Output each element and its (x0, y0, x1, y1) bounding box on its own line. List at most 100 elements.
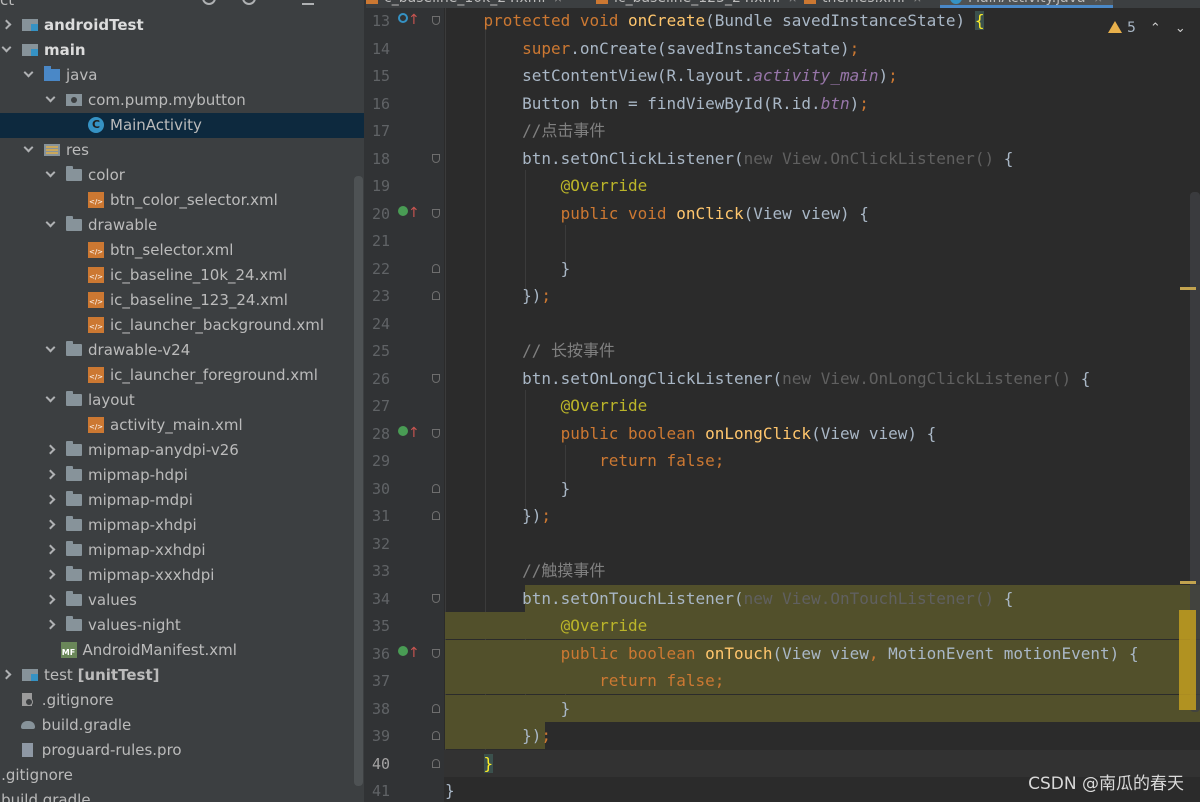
fold-collapse-icon[interactable] (432, 373, 440, 383)
code-line[interactable]: 37 return false; (364, 667, 1200, 694)
go-to-super-arrow-icon[interactable]: ↑ (408, 202, 420, 224)
fold-end-icon[interactable] (432, 703, 440, 713)
code-line[interactable]: 28 ↑ public boolean onLongClick(View view… (364, 420, 1200, 447)
code-line[interactable]: 34 btn.setOnTouchListener(new View.OnTou… (364, 584, 1200, 612)
tree-item[interactable]: values-night (0, 613, 364, 638)
code-line[interactable]: 14 super.onCreate(savedInstanceState); (364, 35, 1200, 62)
tree-item[interactable]: mipmap-xxhdpi (0, 538, 364, 563)
code-line[interactable]: 32 (364, 530, 1200, 557)
inspection-widget[interactable]: 5 ⌃ ⌄ (1108, 20, 1186, 40)
fold-end-icon[interactable] (432, 731, 440, 740)
settings-gear-icon[interactable] (242, 0, 256, 5)
chevron-right-icon[interactable] (45, 519, 56, 530)
editor-tab[interactable]: ic_baseline_123_24.xml × (596, 0, 797, 7)
implements-method-icon[interactable] (398, 205, 408, 216)
tree-item[interactable]: mipmap-mdpi (0, 488, 364, 513)
close-tab-icon[interactable]: × (553, 0, 562, 5)
tree-item[interactable]: proguard-rules.pro (0, 738, 364, 763)
tree-item[interactable]: ic_baseline_123_24.xml (0, 288, 364, 313)
tree-item[interactable]: drawable (0, 213, 364, 238)
close-tab-icon[interactable]: × (1094, 0, 1103, 5)
chevron-down-icon[interactable] (45, 217, 56, 228)
code-line[interactable]: 31 }); (364, 502, 1200, 529)
tree-item[interactable]: res (0, 138, 364, 163)
chevron-right-icon[interactable] (45, 469, 56, 480)
fold-collapse-icon[interactable] (432, 153, 440, 163)
tree-item[interactable]: test [unitTest] (0, 663, 364, 688)
code-line[interactable]: 21 (364, 227, 1200, 254)
fold-end-icon[interactable] (432, 758, 440, 768)
code-line[interactable]: 13 ↑ protected void onCreate(Bundle saved… (364, 7, 1200, 34)
go-to-super-arrow-icon[interactable]: ↑ (408, 9, 420, 31)
chevron-down-icon[interactable] (23, 67, 34, 78)
tree-item[interactable]: drawable-v24 (0, 338, 364, 363)
chevron-right-icon[interactable] (45, 494, 56, 505)
previous-highlight-chevron-up-icon[interactable]: ⌃ (1150, 21, 1161, 36)
close-tab-icon[interactable]: × (913, 0, 922, 5)
go-to-super-arrow-icon[interactable]: ↑ (408, 422, 420, 444)
code-line[interactable]: 17 //点击事件 (364, 117, 1200, 144)
code-line[interactable]: 33 //触摸事件 (364, 557, 1200, 584)
code-line[interactable]: 29 return false; (364, 447, 1200, 474)
code-line[interactable]: 26 btn.setOnLongClickListener(new View.O… (364, 365, 1200, 392)
code-line[interactable]: 19 @Override (364, 172, 1200, 199)
code-line[interactable]: 24 (364, 310, 1200, 337)
chevron-right-icon[interactable] (1, 669, 12, 680)
tree-item[interactable]: androidTest (0, 13, 364, 38)
code-line[interactable]: 18 btn.setOnClickListener(new View.OnCli… (364, 145, 1200, 172)
code-line[interactable]: 15 setContentView(R.layout.activity_main… (364, 62, 1200, 89)
tree-item[interactable]: build.gradle (0, 713, 364, 738)
implements-method-icon[interactable] (398, 645, 408, 656)
tree-item[interactable]: C MainActivity (0, 113, 364, 138)
project-tree-scrollbar[interactable] (354, 176, 363, 786)
fold-end-icon[interactable] (432, 483, 440, 493)
tree-item[interactable]: mipmap-xxxhdpi (0, 563, 364, 588)
tree-item[interactable]: ic_launcher_background.xml (0, 313, 364, 338)
chevron-right-icon[interactable] (45, 544, 56, 555)
fold-collapse-icon[interactable] (432, 16, 440, 25)
locate-target-icon[interactable] (202, 0, 216, 5)
tree-item[interactable]: build.gradle (0, 788, 364, 802)
tree-item[interactable]: layout (0, 388, 364, 413)
code-editor[interactable]: 13 ↑ protected void onCreate(Bundle saved… (364, 0, 1200, 802)
fold-collapse-icon[interactable] (432, 208, 440, 218)
overrides-method-icon[interactable] (398, 13, 408, 23)
editor-tab[interactable]: themes.xml × (804, 0, 922, 7)
go-to-super-arrow-icon[interactable]: ↑ (408, 642, 420, 664)
code-line[interactable]: 35 @Override (364, 612, 1200, 639)
editor-tab[interactable]: c_baseline_10k_24.xml × (366, 0, 563, 7)
tree-item[interactable]: mipmap-hdpi (0, 463, 364, 488)
chevron-down-icon[interactable] (45, 92, 56, 103)
tree-item[interactable]: ic_launcher_foreground.xml (0, 363, 364, 388)
tree-item[interactable]: values (0, 588, 364, 613)
fold-end-icon[interactable] (432, 511, 440, 520)
chevron-down-icon[interactable] (45, 392, 56, 403)
hide-minus-icon[interactable] (302, 0, 314, 5)
tree-item[interactable]: mipmap-anydpi-v26 (0, 438, 364, 463)
code-line[interactable]: 39 }); (364, 722, 1200, 749)
chevron-right-icon[interactable] (45, 569, 56, 580)
chevron-right-icon[interactable] (45, 444, 56, 455)
tree-item[interactable]: .gitignore (0, 763, 364, 788)
tree-item[interactable]: btn_selector.xml (0, 238, 364, 263)
fold-collapse-icon[interactable] (432, 428, 440, 438)
tree-item[interactable]: mipmap-xhdpi (0, 513, 364, 538)
chevron-right-icon[interactable] (45, 594, 56, 605)
chevron-down-icon[interactable] (23, 142, 34, 153)
tree-item[interactable]: activity_main.xml (0, 413, 364, 438)
chevron-right-icon[interactable] (45, 619, 56, 630)
fold-collapse-icon[interactable] (432, 648, 440, 658)
code-line[interactable]: 23 }); (364, 282, 1200, 309)
chevron-down-icon[interactable] (45, 342, 56, 353)
tree-item[interactable]: AndroidManifest.xml (0, 638, 364, 663)
tree-item[interactable]: color (0, 163, 364, 188)
editor-tab[interactable]: MainActivity.java × (940, 0, 1113, 8)
tree-item[interactable]: java (0, 63, 364, 88)
fold-end-icon[interactable] (432, 291, 440, 300)
stripe-mark[interactable] (1180, 581, 1196, 584)
chevron-right-icon[interactable] (1, 19, 12, 30)
tree-item[interactable]: .gitignore (0, 688, 364, 713)
code-line[interactable]: 27 @Override (364, 392, 1200, 419)
tree-item[interactable]: ic_baseline_10k_24.xml (0, 263, 364, 288)
fold-end-icon[interactable] (432, 263, 440, 273)
